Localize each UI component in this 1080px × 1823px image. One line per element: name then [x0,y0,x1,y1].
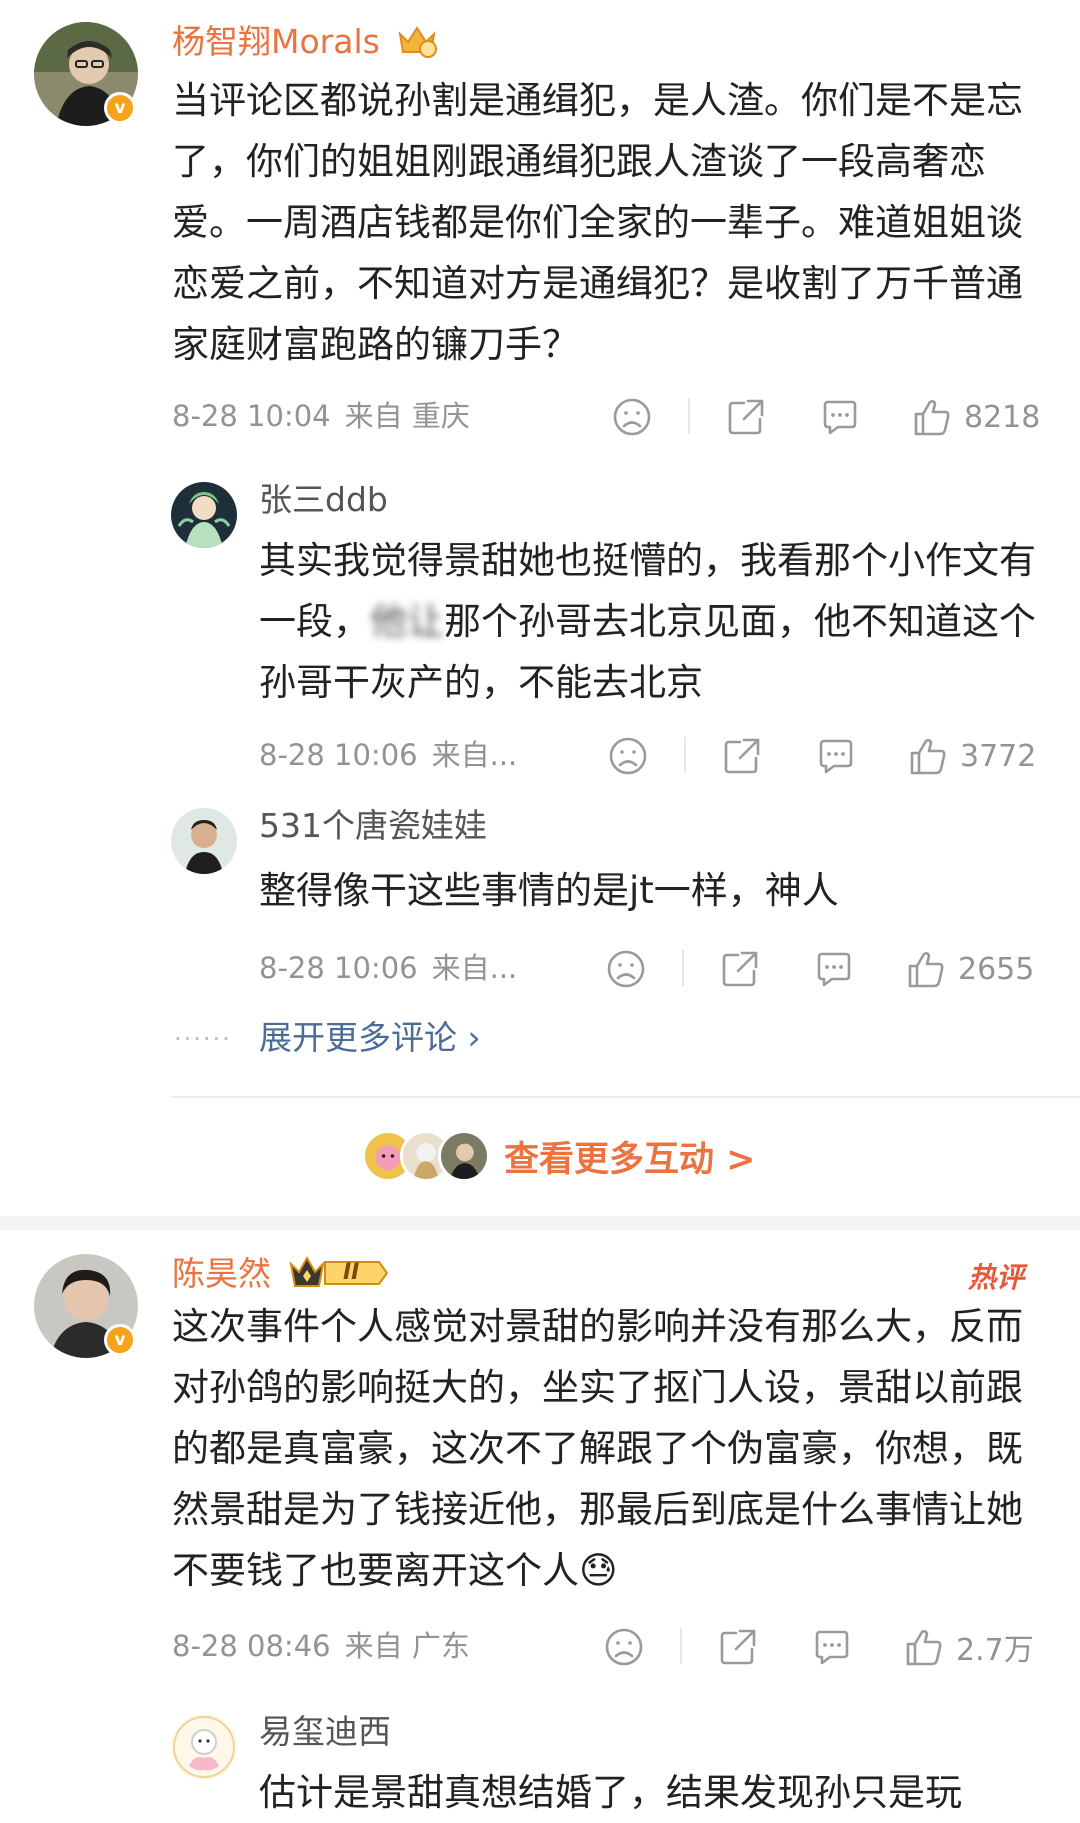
username[interactable]: 张三ddb [259,480,388,520]
share-icon [720,734,764,778]
reply-button[interactable] [814,731,858,781]
comment-text: 当评论区都说孙割是通缉犯，是人渣。你们是不是忘了，你们的姐姐刚跟通缉犯跟人渣谈了… [172,79,1023,366]
verified-badge-icon: v [104,1324,136,1356]
share-button[interactable] [724,392,768,442]
dislike-icon [602,1625,646,1669]
timestamp: 8-28 10:04 [172,399,331,433]
level-badge: II [287,1254,391,1292]
comment-actions: 2.7万 [594,1622,1064,1672]
comment-text: 整得像干这些事情的是jt一样，神人 [259,869,839,912]
timestamp: 8-28 10:06 [259,738,418,772]
username[interactable]: 531个唐瓷娃娃 [259,806,487,846]
location: 来自... [431,951,518,985]
location: 来自 广东 [344,1629,470,1663]
section-divider [0,1216,1080,1230]
dislike-button[interactable] [604,944,648,994]
reply-button[interactable] [818,392,862,442]
divider [684,737,686,773]
comment-text: 估计是景甜真想结婚了，结果发现孙只是玩 [259,1771,962,1814]
share-button[interactable] [718,944,762,994]
reply-button[interactable] [812,944,856,994]
dislike-button[interactable] [606,731,650,781]
divider [682,950,684,986]
dislike-button[interactable] [610,392,654,442]
divider [171,1096,1080,1098]
comment-text: 其实我觉得景甜她也挺懵的，我看那个小作文有一段，他让那个孙哥去北京见面，他不知道… [259,539,1036,704]
dislike-button[interactable] [602,1622,646,1672]
username[interactable]: 易玺迪西 [259,1712,391,1752]
share-button[interactable] [720,731,764,781]
like-icon [904,947,948,991]
avatar[interactable] [171,808,237,874]
view-more-interactions[interactable]: 查看更多互动 > [362,1130,756,1182]
comment-actions: 8218 [600,392,1050,442]
like-button[interactable]: 8218 [910,392,1040,442]
like-button[interactable]: 2.7万 [902,1622,1034,1672]
reply-icon [814,734,858,778]
location: 来自... [431,738,518,772]
comment-actions: 2655 [596,944,1046,994]
username[interactable]: 陈昊然 [172,1254,271,1294]
share-icon [724,395,768,439]
comment-item: v 陈昊然 II 热评 这次事件个人感觉对景甜的影响并没有那么大，反而对孙鸽的影… [0,1230,1080,1823]
comment-actions: 3772 [598,731,1048,781]
like-icon [902,1625,946,1669]
like-icon [906,734,950,778]
hot-comment-badge: 热评 [968,1261,1025,1294]
username[interactable]: 杨智翔Morals [172,22,380,62]
timestamp: 8-28 08:46 [172,1629,331,1663]
like-button[interactable]: 3772 [906,731,1036,781]
like-count: 8218 [964,399,1041,435]
blurred-text: 他让 [370,600,444,643]
avatar[interactable] [171,482,237,548]
reply-icon [810,1625,854,1669]
share-icon [718,947,762,991]
like-count: 3772 [960,738,1037,774]
avatar[interactable] [171,1714,237,1780]
dislike-icon [606,734,650,778]
dislike-icon [610,395,654,439]
share-icon [716,1625,760,1669]
expand-replies-link[interactable]: 展开更多评论 › [259,1018,481,1058]
level-badge-label: II [343,1260,360,1285]
comment-meta: 8-28 10:06 来自... [259,737,531,773]
dislike-icon [604,947,648,991]
reply-icon [818,395,862,439]
like-button[interactable]: 2655 [904,944,1034,994]
like-count: 2655 [958,951,1035,987]
crown-badge-icon [398,26,437,58]
comment-meta: 8-28 10:06 来自... [259,950,531,986]
divider [680,1628,682,1664]
comment-item: v 杨智翔Morals 当评论区都说孙割是通缉犯，是人渣。你们是不是忘了，你们的… [0,0,1080,1220]
comment-meta: 8-28 10:04 来自 重庆 [172,398,484,434]
location: 来自 重庆 [344,399,470,433]
view-more-interactions-label: 查看更多互动 > [504,1139,756,1180]
divider [688,398,690,434]
share-button[interactable] [716,1622,760,1672]
avatar [438,1130,490,1182]
comment-text: 这次事件个人感觉对景甜的影响并没有那么大，反而对孙鸽的影响挺大的，坐实了抠门人设… [172,1305,1023,1592]
verified-badge-icon: v [104,92,136,124]
reply-button[interactable] [810,1622,854,1672]
like-count: 2.7万 [956,1633,1034,1668]
reply-icon [812,947,856,991]
comment-meta: 8-28 08:46 来自 广东 [172,1628,484,1664]
more-dots: ······ [174,1025,232,1053]
like-icon [910,395,954,439]
timestamp: 8-28 10:06 [259,951,418,985]
